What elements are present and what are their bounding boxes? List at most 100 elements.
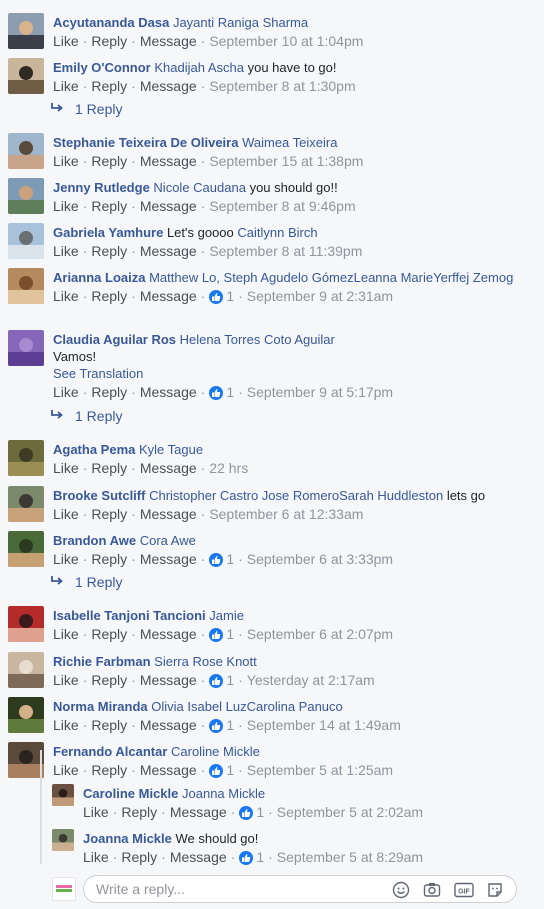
comment-timestamp[interactable]: September 9 at 5:17pm	[247, 384, 393, 400]
comment-timestamp[interactable]: September 8 at 9:46pm	[209, 198, 355, 214]
message-button[interactable]: Message	[140, 78, 197, 94]
message-button[interactable]: Message	[170, 849, 227, 865]
like-button[interactable]: Like	[53, 33, 79, 49]
like-button[interactable]: Like	[53, 198, 79, 214]
comment-timestamp[interactable]: Yesterday at 2:17am	[247, 672, 375, 688]
avatar[interactable]	[8, 58, 44, 94]
comment-timestamp[interactable]: September 6 at 12:33am	[209, 506, 363, 522]
reply-button[interactable]: Reply	[121, 804, 157, 820]
commenter-name[interactable]: Gabriela Yamhure	[53, 225, 163, 240]
avatar[interactable]	[8, 223, 44, 259]
emoji-icon[interactable]	[392, 881, 410, 899]
commenter-name[interactable]: Jenny Rutledge	[53, 180, 150, 195]
reaction-count[interactable]: 1	[226, 672, 234, 688]
reply-composer[interactable]: Write a reply... GIF	[83, 875, 517, 903]
message-button[interactable]: Message	[140, 762, 197, 778]
tagged-users[interactable]: Jayanti Raniga Sharma	[173, 15, 308, 30]
reply-button[interactable]: Reply	[91, 288, 127, 304]
comment-timestamp[interactable]: September 6 at 2:07pm	[247, 626, 393, 642]
like-button[interactable]: Like	[53, 288, 79, 304]
commenter-name[interactable]: Arianna Loaiza	[53, 270, 145, 285]
like-button[interactable]: Like	[53, 762, 79, 778]
reply-button[interactable]: Reply	[91, 243, 127, 259]
reply-button[interactable]: Reply	[91, 198, 127, 214]
avatar[interactable]	[8, 13, 44, 49]
camera-icon[interactable]	[423, 881, 441, 899]
message-button[interactable]: Message	[140, 288, 197, 304]
message-button[interactable]: Message	[140, 384, 197, 400]
avatar[interactable]	[8, 606, 44, 642]
view-replies-label[interactable]: 1 Reply	[75, 408, 122, 424]
commenter-name[interactable]: Claudia Aguilar Ros	[53, 332, 176, 347]
comment-timestamp[interactable]: 22 hrs	[209, 460, 248, 476]
avatar[interactable]	[52, 829, 74, 851]
like-button[interactable]: Like	[53, 506, 79, 522]
message-button[interactable]: Message	[140, 672, 197, 688]
avatar[interactable]	[8, 133, 44, 169]
reply-button[interactable]: Reply	[91, 506, 127, 522]
commenter-name[interactable]: Emily O'Connor	[53, 60, 151, 75]
reply-button[interactable]: Reply	[91, 78, 127, 94]
commenter-name[interactable]: Brooke Sutcliff	[53, 488, 145, 503]
commenter-name[interactable]: Brandon Awe	[53, 533, 136, 548]
like-button[interactable]: Like	[53, 153, 79, 169]
commenter-name[interactable]: Fernando Alcantar	[53, 744, 167, 759]
reply-button[interactable]: Reply	[91, 153, 127, 169]
reply-button[interactable]: Reply	[91, 460, 127, 476]
tagged-users[interactable]: Christopher Castro Jose RomeroSarah Hudd…	[149, 488, 443, 503]
tagged-users[interactable]: Olivia Isabel LuzCarolina Panuco	[151, 699, 343, 714]
like-button[interactable]: Like	[53, 717, 79, 733]
see-translation-link[interactable]: See Translation	[53, 365, 528, 382]
tagged-users[interactable]: Nicole Caudana	[153, 180, 246, 195]
comment-timestamp[interactable]: September 6 at 3:33pm	[247, 551, 393, 567]
comment-timestamp[interactable]: September 14 at 1:49am	[247, 717, 401, 733]
view-replies-link[interactable]: 1 Reply	[50, 408, 122, 424]
view-replies-label[interactable]: 1 Reply	[75, 574, 122, 590]
reply-button[interactable]: Reply	[91, 762, 127, 778]
reaction-count[interactable]: 1	[226, 762, 234, 778]
view-replies-link[interactable]: 1 Reply	[50, 574, 122, 590]
tagged-users[interactable]: Helena Torres Coto Aguilar	[180, 332, 335, 347]
tagged-users[interactable]: Jamie	[209, 608, 244, 623]
reply-button[interactable]: Reply	[91, 626, 127, 642]
view-replies-link[interactable]: 1 Reply	[50, 101, 122, 117]
avatar[interactable]	[8, 486, 44, 522]
message-button[interactable]: Message	[140, 198, 197, 214]
reaction-count[interactable]: 1	[226, 717, 234, 733]
avatar[interactable]	[8, 531, 44, 567]
reaction-count[interactable]: 1	[226, 288, 234, 304]
commenter-name[interactable]: Joanna Mickle	[83, 831, 172, 846]
message-button[interactable]: Message	[140, 33, 197, 49]
reaction-count[interactable]: 1	[226, 626, 234, 642]
message-button[interactable]: Message	[140, 506, 197, 522]
like-button[interactable]: Like	[53, 672, 79, 688]
comment-timestamp[interactable]: September 5 at 2:02am	[277, 804, 423, 820]
comment-timestamp[interactable]: September 8 at 11:39pm	[209, 243, 362, 259]
message-button[interactable]: Message	[140, 153, 197, 169]
avatar[interactable]	[52, 784, 74, 806]
reaction-count[interactable]: 1	[256, 849, 264, 865]
tagged-users[interactable]: Sierra Rose Knott	[154, 654, 257, 669]
commenter-name[interactable]: Isabelle Tanjoni Tancioni	[53, 608, 206, 623]
like-button[interactable]: Like	[83, 804, 109, 820]
reaction-count[interactable]: 1	[256, 804, 264, 820]
comment-timestamp[interactable]: September 10 at 1:04pm	[209, 33, 363, 49]
reply-button[interactable]: Reply	[91, 384, 127, 400]
tagged-users[interactable]: Caroline Mickle	[171, 744, 260, 759]
reaction-count[interactable]: 1	[226, 384, 234, 400]
avatar[interactable]	[8, 268, 44, 304]
comment-timestamp[interactable]: September 5 at 8:29am	[277, 849, 423, 865]
avatar[interactable]	[8, 697, 44, 733]
view-replies-label[interactable]: 1 Reply	[75, 101, 122, 117]
comment-timestamp[interactable]: September 9 at 2:31am	[247, 288, 393, 304]
message-button[interactable]: Message	[140, 460, 197, 476]
avatar[interactable]	[8, 742, 44, 778]
sticker-icon[interactable]	[486, 881, 504, 899]
tagged-users[interactable]: Cora Awe	[140, 533, 196, 548]
tagged-users[interactable]: Kyle Tague	[139, 442, 203, 457]
like-button[interactable]: Like	[53, 626, 79, 642]
reply-button[interactable]: Reply	[91, 551, 127, 567]
tagged-users[interactable]: Caitlynn Birch	[237, 225, 317, 240]
tagged-users[interactable]: Khadijah Ascha	[154, 60, 244, 75]
message-button[interactable]: Message	[140, 551, 197, 567]
